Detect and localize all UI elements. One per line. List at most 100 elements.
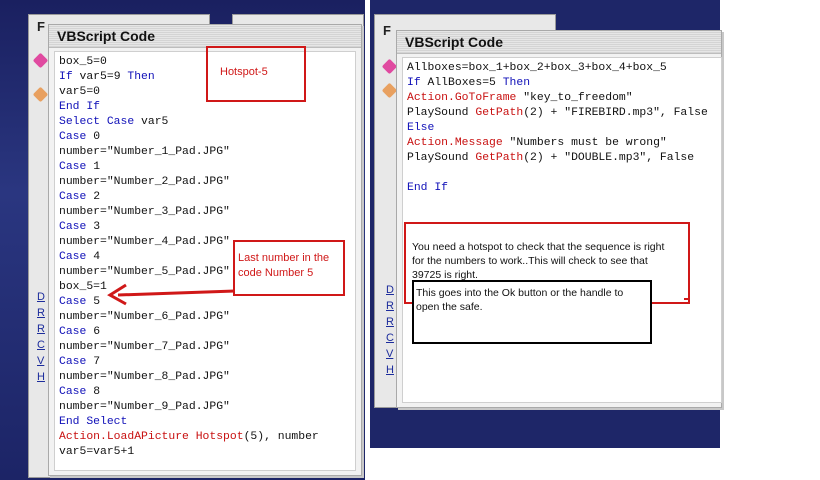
code-line: Case 4 bbox=[59, 250, 100, 265]
code-line: number="Number_6_Pad.JPG" bbox=[59, 310, 230, 325]
code-line: Action.Message "Numbers must be wrong" bbox=[407, 136, 667, 151]
code-function: Action.GoToFrame bbox=[407, 92, 524, 104]
code-text: number="Number_9_Pad.JPG" bbox=[59, 401, 230, 413]
code-text: var5=var5+1 bbox=[59, 446, 135, 458]
code-line: Case 5 bbox=[59, 295, 100, 310]
code-text: 8 bbox=[93, 386, 101, 398]
code-keyword: Else bbox=[407, 122, 435, 134]
code-text: 7 bbox=[93, 356, 101, 368]
code-line: PlaySound GetPath(2) + "FIREBIRD.mp3", F… bbox=[407, 106, 708, 121]
hotspot-annotation-box: Hotspot-5 bbox=[206, 46, 306, 102]
code-function: Action.LoadAPicture bbox=[59, 431, 196, 443]
pink-diamond-icon[interactable] bbox=[381, 58, 398, 75]
code-text: (5), number bbox=[243, 431, 319, 443]
code-text: AllBoxes=5 bbox=[427, 77, 503, 89]
code-text: var5=0 bbox=[59, 86, 101, 98]
code-text: "Numbers must be wrong" bbox=[509, 137, 667, 149]
window-title: VBScript Code bbox=[405, 34, 504, 50]
code-text: var5 bbox=[141, 116, 169, 128]
code-text: (2) + "DOUBLE.mp3", False bbox=[523, 152, 695, 164]
hotspot-annotation-label: Hotspot-5 bbox=[220, 66, 268, 78]
code-keyword: Case bbox=[59, 191, 94, 203]
note-box-tail bbox=[684, 298, 688, 300]
code-keyword: Case bbox=[59, 386, 94, 398]
code-text: "key_to_freedom" bbox=[523, 92, 633, 104]
code-line: box_5=0 bbox=[59, 55, 107, 70]
code-keyword: Case bbox=[59, 296, 94, 308]
code-text: 5 bbox=[93, 296, 101, 308]
side-link[interactable]: R bbox=[37, 323, 45, 335]
code-line: Action.GoToFrame "key_to_freedom" bbox=[407, 91, 633, 106]
side-link[interactable]: R bbox=[386, 300, 394, 312]
code-line: Case 2 bbox=[59, 190, 100, 205]
code-keyword: Case bbox=[59, 326, 94, 338]
code-line: End If bbox=[59, 100, 100, 115]
side-link[interactable]: R bbox=[386, 316, 394, 328]
code-line: If AllBoxes=5 Then bbox=[407, 76, 530, 91]
window-titlebar[interactable]: VBScript Code bbox=[49, 25, 361, 48]
code-line: Select Case var5 bbox=[59, 115, 168, 130]
pink-diamond-icon[interactable] bbox=[32, 52, 49, 69]
code-text: number="Number_7_Pad.JPG" bbox=[59, 341, 230, 353]
code-text: 1 bbox=[93, 161, 101, 173]
code-line: Case 6 bbox=[59, 325, 100, 340]
code-function: GetPath bbox=[475, 107, 524, 119]
ok-button-note-box: This goes into the Ok button or the hand… bbox=[412, 280, 652, 344]
code-function: Action.Message bbox=[407, 137, 510, 149]
code-text: 0 bbox=[93, 131, 101, 143]
side-link[interactable]: C bbox=[386, 332, 394, 344]
code-line: Else bbox=[407, 121, 434, 136]
code-text: number="Number_6_Pad.JPG" bbox=[59, 311, 230, 323]
code-keyword: Case bbox=[59, 161, 94, 173]
code-keyword: Case bbox=[59, 356, 94, 368]
window-title: VBScript Code bbox=[57, 28, 156, 44]
side-link[interactable]: D bbox=[37, 291, 45, 303]
code-line: Case 0 bbox=[59, 130, 100, 145]
code-function: Hotspot bbox=[195, 431, 244, 443]
code-line: number="Number_4_Pad.JPG" bbox=[59, 235, 230, 250]
back-window-title: F bbox=[37, 19, 45, 34]
code-text: 2 bbox=[93, 191, 101, 203]
code-line: Case 1 bbox=[59, 160, 100, 175]
code-keyword: If bbox=[59, 71, 80, 83]
side-link[interactable]: V bbox=[37, 355, 44, 367]
code-line: number="Number_2_Pad.JPG" bbox=[59, 175, 230, 190]
code-text: 3 bbox=[93, 221, 101, 233]
code-text: box_5=0 bbox=[59, 56, 107, 68]
code-text: 4 bbox=[93, 251, 101, 263]
side-link[interactable]: H bbox=[386, 364, 394, 376]
orange-diamond-icon[interactable] bbox=[32, 86, 49, 103]
code-text: (2) + "FIREBIRD.mp3", False bbox=[523, 107, 708, 119]
sequence-check-note: You need a hotspot to check that the seq… bbox=[412, 241, 665, 281]
code-text: number="Number_2_Pad.JPG" bbox=[59, 176, 230, 188]
code-function: GetPath bbox=[475, 152, 524, 164]
code-line: number="Number_9_Pad.JPG" bbox=[59, 400, 230, 415]
last-number-annotation-box: Last number in the code Number 5 bbox=[233, 240, 345, 296]
code-line: var5=var5+1 bbox=[59, 445, 134, 460]
vbscript-code-window-right: VBScript Code Allboxes=box_1+box_2+box_3… bbox=[396, 30, 722, 408]
code-line: Case 7 bbox=[59, 355, 100, 370]
code-keyword: Then bbox=[502, 77, 531, 89]
code-keyword: Case bbox=[59, 131, 94, 143]
ok-button-note: This goes into the Ok button or the hand… bbox=[416, 287, 624, 313]
code-text: number="Number_3_Pad.JPG" bbox=[59, 206, 230, 218]
code-line: var5=0 bbox=[59, 85, 100, 100]
side-link[interactable]: C bbox=[37, 339, 45, 351]
code-line: PlaySound GetPath(2) + "DOUBLE.mp3", Fal… bbox=[407, 151, 694, 166]
back-window-title: F bbox=[383, 23, 391, 38]
side-link[interactable]: D bbox=[386, 284, 394, 296]
annotation-arrow bbox=[107, 283, 236, 306]
code-keyword: End If bbox=[407, 182, 449, 194]
code-line: number="Number_3_Pad.JPG" bbox=[59, 205, 230, 220]
orange-diamond-icon[interactable] bbox=[381, 82, 398, 99]
code-line: Allboxes=box_1+box_2+box_3+box_4+box_5 bbox=[407, 61, 667, 76]
side-link[interactable]: H bbox=[37, 371, 45, 383]
code-line: number="Number_1_Pad.JPG" bbox=[59, 145, 230, 160]
window-titlebar[interactable]: VBScript Code bbox=[397, 31, 721, 54]
code-text: var5=9 bbox=[79, 71, 128, 83]
code-keyword: Case bbox=[59, 221, 94, 233]
side-link[interactable]: V bbox=[386, 348, 393, 360]
side-link[interactable]: R bbox=[37, 307, 45, 319]
code-keyword: End If bbox=[59, 101, 101, 113]
code-text: PlaySound bbox=[407, 152, 476, 164]
